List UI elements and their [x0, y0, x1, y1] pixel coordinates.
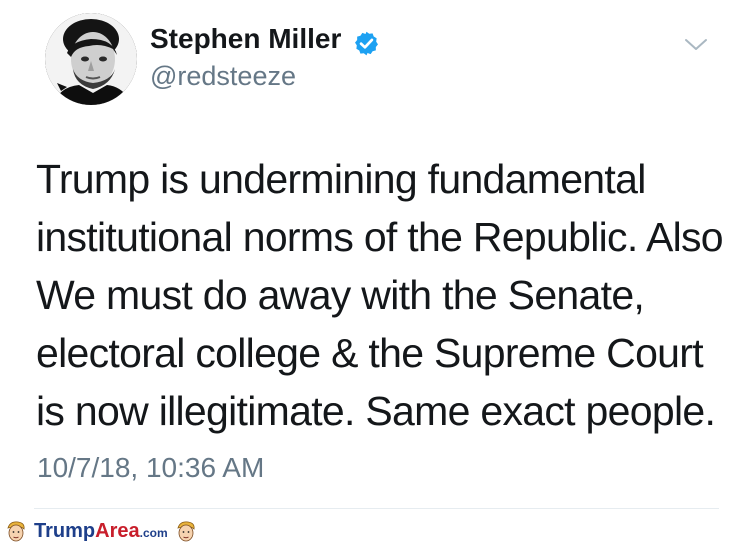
tweet-screenshot: Stephen Miller @redsteeze Trump is under… — [0, 0, 740, 546]
tweet-body: Trump is undermining fundamental institu… — [36, 150, 726, 440]
tweet-text-line: We must do away with the Senate, — [36, 272, 645, 318]
tweet-text-line: Trump is undermining fundamental — [36, 156, 646, 202]
cartoon-face-icon — [177, 521, 195, 542]
person-avatar-icon — [45, 13, 137, 105]
tweet-timestamp[interactable]: 10/7/18, 10:36 AM — [37, 454, 264, 482]
chevron-down-icon[interactable] — [682, 36, 710, 54]
watermark-brand: TrumpArea.com — [34, 521, 168, 541]
watermark-brand-part1: Trump — [34, 520, 96, 542]
verified-badge-icon — [355, 31, 378, 56]
site-watermark: TrumpArea.com — [4, 516, 198, 546]
tweet-text-line: is now illegitimate. Same exact people. — [36, 388, 716, 434]
author-handle[interactable]: @redsteeze — [150, 63, 296, 90]
divider — [34, 508, 719, 509]
author-display-name[interactable]: Stephen Miller — [150, 25, 341, 53]
watermark-brand-suffix: .com — [139, 526, 168, 540]
cartoon-face-icon — [7, 521, 25, 542]
watermark-brand-part2: Area — [95, 520, 140, 542]
avatar[interactable] — [45, 13, 137, 105]
tweet-text-line: institutional norms of the Republic. Als… — [36, 214, 724, 260]
tweet-text-line: electoral college & the Supreme Court — [36, 330, 704, 376]
